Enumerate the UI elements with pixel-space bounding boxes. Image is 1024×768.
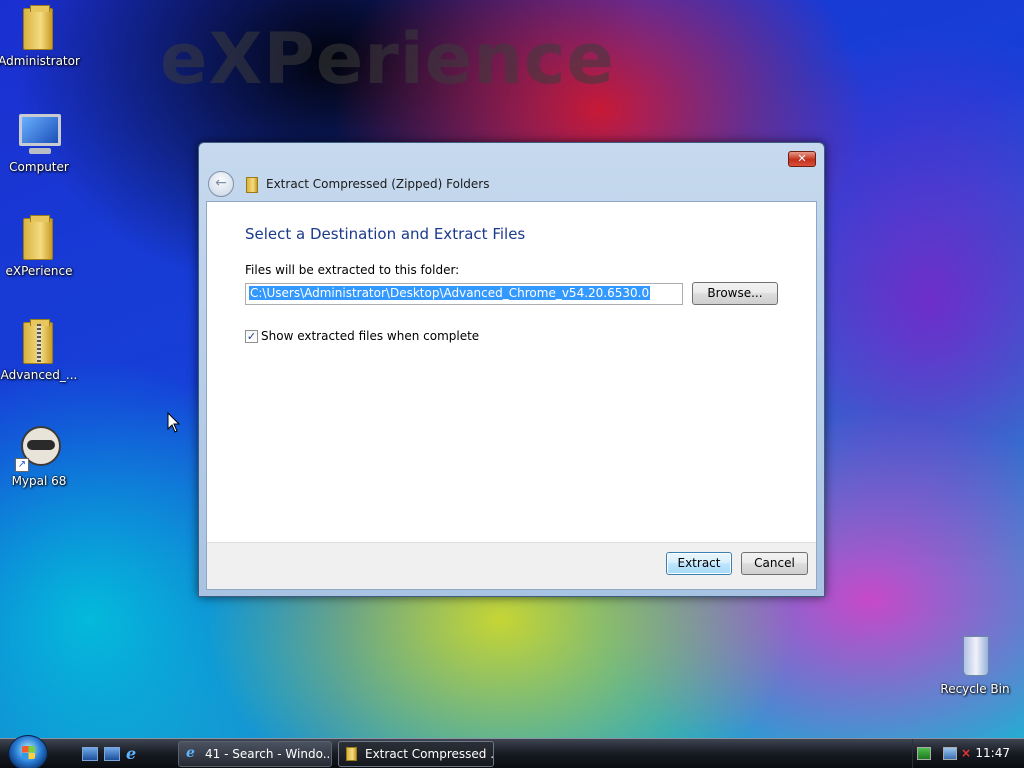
desktop-icon-experience[interactable]: eXPerience: [0, 214, 82, 278]
zip-folder-icon: [246, 177, 258, 193]
desktop-icon-label: Computer: [9, 160, 69, 174]
switch-windows-icon[interactable]: [104, 747, 120, 761]
destination-label: Files will be extracted to this folder:: [245, 263, 460, 277]
dialog-title: Extract Compressed (Zipped) Folders: [266, 177, 490, 191]
desktop-icon-label: Mypal 68: [11, 474, 67, 488]
desktop-watermark: eXPerience: [160, 18, 616, 100]
desktop-icon-label: Advanced_...: [0, 368, 78, 382]
dialog-heading: Select a Destination and Extract Files: [245, 225, 526, 243]
system-tray: × 11:47: [912, 739, 1024, 768]
back-arrow-icon: ←: [215, 175, 227, 191]
destination-path-text: C:\Users\Administrator\Desktop\Advanced_…: [249, 286, 651, 300]
desktop-icon-administrator[interactable]: Administrator: [0, 4, 82, 68]
close-icon: ✕: [797, 152, 807, 165]
shortcut-arrow-icon: ↗: [15, 458, 29, 472]
back-button[interactable]: ←: [208, 171, 234, 197]
folder-icon: [15, 214, 63, 262]
cancel-button[interactable]: Cancel: [741, 552, 808, 575]
show-desktop-icon[interactable]: [82, 747, 98, 761]
desktop-icon-label: eXPerience: [5, 264, 73, 278]
desktop-icon-mypal[interactable]: ↗ Mypal 68: [0, 424, 82, 488]
mypal-browser-icon: ↗: [15, 424, 63, 472]
clock[interactable]: 11:47: [975, 746, 1010, 760]
taskbar-item-extract[interactable]: Extract Compressed ...: [338, 741, 494, 767]
taskbar-item-label: Extract Compressed ...: [365, 747, 494, 761]
desktop-icon-label: Administrator: [0, 54, 80, 68]
internet-explorer-icon: e: [186, 745, 195, 761]
internet-explorer-icon[interactable]: e: [126, 745, 144, 763]
volume-muted-icon[interactable]: ×: [961, 747, 975, 760]
zip-folder-icon: [346, 747, 357, 761]
browse-button[interactable]: Browse...: [692, 282, 778, 305]
taskbar-item-label: 41 - Search - Windo...: [205, 747, 332, 761]
extract-dialog: ✕ ← Extract Compressed (Zipped) Folders …: [198, 142, 825, 597]
desktop-icon-recycle-bin[interactable]: Recycle Bin: [932, 632, 1018, 696]
close-button[interactable]: ✕: [788, 151, 816, 167]
desktop-icon-label: Recycle Bin: [940, 682, 1010, 696]
taskbar: e e 41 - Search - Windo... Extract Compr…: [0, 735, 1024, 768]
checkmark-icon: ✓: [246, 330, 257, 343]
start-button[interactable]: [8, 735, 48, 768]
dialog-content: Select a Destination and Extract Files F…: [206, 201, 817, 590]
destination-path-input[interactable]: C:\Users\Administrator\Desktop\Advanced_…: [245, 283, 683, 305]
zip-folder-icon: [15, 318, 63, 366]
show-files-checkbox[interactable]: ✓: [245, 330, 258, 343]
taskbar-item-search[interactable]: e 41 - Search - Windo...: [178, 741, 332, 767]
show-files-label[interactable]: Show extracted files when complete: [261, 329, 479, 343]
desktop-icon-computer[interactable]: Computer: [0, 110, 82, 174]
computer-icon: [15, 110, 63, 158]
dialog-footer: Extract Cancel: [207, 542, 816, 589]
recycle-bin-icon: [951, 632, 999, 680]
desktop-icon-advanced-zip[interactable]: Advanced_...: [0, 318, 82, 382]
extract-button[interactable]: Extract: [666, 552, 732, 575]
folder-icon: [15, 4, 63, 52]
network-icon[interactable]: [943, 747, 957, 760]
safely-remove-hardware-icon[interactable]: [917, 747, 931, 760]
